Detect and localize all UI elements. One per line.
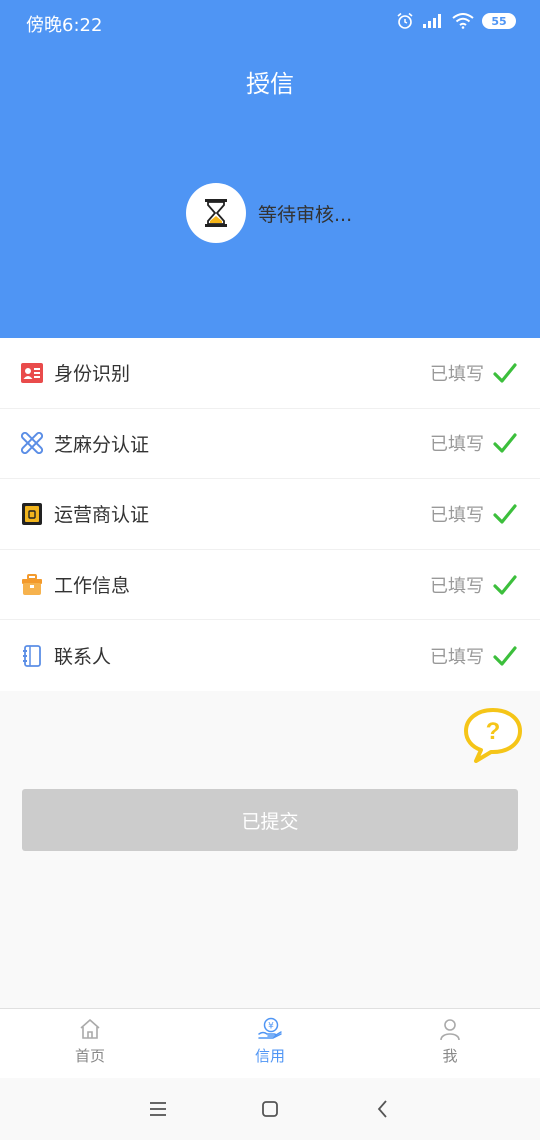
- item-label: 工作信息: [54, 575, 131, 598]
- status-time: 傍晚6:22: [26, 15, 103, 36]
- svg-text:¥: ¥: [268, 1022, 274, 1032]
- pending-text: 等待审核...: [258, 203, 353, 226]
- check-icon: [493, 504, 517, 524]
- briefcase-icon: [20, 573, 44, 597]
- tab-credit[interactable]: ¥ 信用: [180, 1009, 360, 1078]
- check-icon: [493, 433, 517, 453]
- system-nav-bar: [0, 1078, 540, 1140]
- item-label: 芝麻分认证: [54, 433, 150, 456]
- item-label: 联系人: [54, 646, 112, 669]
- check-icon: [493, 646, 517, 666]
- item-status: 已填写: [430, 434, 484, 456]
- battery-icon: 55: [482, 13, 516, 29]
- status-icons: 55: [396, 12, 516, 30]
- contacts-book-icon: [20, 644, 44, 668]
- svg-text:?: ?: [486, 718, 501, 745]
- user-icon: [440, 1019, 460, 1041]
- credit-icon: ¥: [258, 1017, 282, 1039]
- id-card-icon: [20, 361, 44, 385]
- tab-me[interactable]: 我: [360, 1009, 540, 1078]
- item-status: 已填写: [430, 646, 484, 668]
- item-label: 身份识别: [54, 363, 131, 386]
- list-item-sesame[interactable]: 芝麻分认证 已填写: [0, 409, 540, 480]
- signal-icon: [423, 14, 441, 28]
- pending-status: 等待审核...: [186, 183, 352, 243]
- back-icon[interactable]: [370, 1096, 396, 1122]
- phone-operator-icon: [20, 502, 44, 526]
- bottom-tab-bar: 首页 ¥ 信用 我: [0, 1008, 540, 1078]
- check-icon: [493, 574, 517, 595]
- item-status: 已填写: [430, 504, 484, 526]
- page-title: 授信: [246, 70, 294, 98]
- tab-label: 首页: [74, 1047, 105, 1065]
- submitted-button[interactable]: 已提交: [22, 789, 518, 851]
- list-item-identity[interactable]: 身份识别 已填写: [0, 338, 540, 409]
- status-bar: 傍晚6:22 55: [0, 0, 540, 44]
- tab-label: 我: [442, 1047, 458, 1065]
- list-item-operator[interactable]: 运营商认证 已填写: [0, 479, 540, 550]
- header: 傍晚6:22 55 授信 等待审核...: [0, 0, 540, 338]
- alarm-icon: [397, 12, 413, 29]
- list-item-contacts[interactable]: 联系人 已填写: [0, 620, 540, 691]
- home-icon: [80, 1019, 100, 1039]
- home-nav-icon[interactable]: [257, 1096, 283, 1122]
- item-label: 运营商认证: [54, 504, 150, 527]
- wifi-icon: [452, 13, 474, 29]
- menu-icon[interactable]: [145, 1096, 171, 1122]
- tab-home[interactable]: 首页: [0, 1009, 180, 1078]
- list-item-work-info[interactable]: 工作信息 已填写: [0, 550, 540, 621]
- tab-label: 信用: [254, 1047, 285, 1065]
- check-icon: [493, 363, 517, 383]
- verification-list: 身份识别 已填写 芝麻分认证 已填写 运营商认证 已填写 工作信息 已填写 联系…: [0, 338, 540, 691]
- help-bubble-icon[interactable]: ?: [462, 706, 524, 764]
- sesame-icon: [20, 431, 44, 455]
- hourglass-icon: [186, 183, 246, 243]
- item-status: 已填写: [430, 363, 484, 385]
- item-status: 已填写: [430, 575, 484, 597]
